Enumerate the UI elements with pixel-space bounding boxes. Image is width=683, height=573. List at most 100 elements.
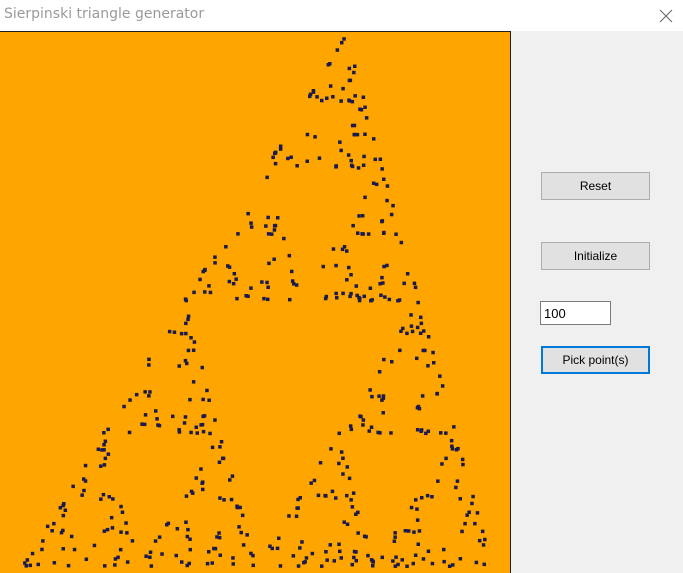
point-dot bbox=[460, 529, 464, 534]
point-dot bbox=[311, 89, 316, 93]
point-dot bbox=[183, 297, 188, 301]
point-dot bbox=[387, 297, 392, 302]
point-dot bbox=[389, 212, 394, 217]
point-dot bbox=[148, 550, 153, 554]
point-dot bbox=[282, 236, 286, 241]
point-dot bbox=[345, 249, 349, 253]
initialize-button[interactable]: Initialize bbox=[541, 242, 650, 270]
point-dot bbox=[435, 392, 439, 396]
point-dot bbox=[391, 559, 395, 563]
point-dot bbox=[372, 137, 376, 141]
point-dot bbox=[45, 524, 50, 529]
point-dot bbox=[346, 153, 351, 157]
point-count-input[interactable] bbox=[540, 301, 611, 325]
point-dot bbox=[52, 521, 56, 526]
point-dot bbox=[350, 99, 355, 104]
close-button[interactable] bbox=[648, 0, 683, 31]
point-dot bbox=[420, 394, 425, 398]
point-dot bbox=[450, 447, 455, 451]
point-dot bbox=[379, 293, 383, 297]
point-dot bbox=[265, 175, 269, 180]
point-dot bbox=[309, 481, 313, 485]
point-dot bbox=[349, 291, 353, 296]
point-dot bbox=[475, 511, 480, 515]
point-dot bbox=[188, 547, 192, 552]
point-dot bbox=[92, 543, 97, 548]
point-dot bbox=[334, 496, 338, 500]
point-dot bbox=[207, 398, 211, 402]
point-dot bbox=[342, 37, 346, 41]
point-dot bbox=[337, 542, 341, 546]
point-dot bbox=[278, 144, 283, 148]
point-dot bbox=[294, 283, 299, 287]
drawing-canvas[interactable] bbox=[0, 31, 511, 573]
point-dot bbox=[231, 556, 235, 560]
point-dot bbox=[364, 116, 369, 120]
point-dot bbox=[349, 158, 353, 163]
point-dot bbox=[192, 340, 197, 344]
point-dot bbox=[305, 132, 310, 137]
point-dot bbox=[351, 223, 355, 228]
point-dot bbox=[377, 370, 382, 374]
point-dot bbox=[328, 543, 332, 547]
point-dot bbox=[305, 159, 309, 163]
point-dot bbox=[186, 348, 191, 353]
point-dot bbox=[382, 230, 386, 235]
point-dot bbox=[363, 105, 367, 109]
point-dot bbox=[426, 549, 431, 553]
point-dot bbox=[213, 261, 217, 265]
point-dot bbox=[340, 40, 344, 45]
point-dot bbox=[153, 539, 158, 543]
point-dot bbox=[345, 465, 349, 469]
point-dot bbox=[226, 264, 230, 268]
point-dot bbox=[354, 559, 358, 563]
point-dot bbox=[160, 552, 164, 556]
point-dot bbox=[381, 411, 385, 415]
point-dot bbox=[361, 418, 366, 422]
point-dot bbox=[324, 294, 329, 299]
point-dot bbox=[366, 232, 371, 236]
point-dot bbox=[316, 493, 321, 498]
title-bar: Sierpinski triangle generator bbox=[0, 0, 683, 31]
point-dot bbox=[106, 427, 110, 432]
point-dot bbox=[219, 440, 224, 444]
point-dot bbox=[290, 269, 294, 274]
point-dot bbox=[295, 164, 299, 168]
point-dot bbox=[425, 493, 430, 498]
point-dot bbox=[417, 406, 422, 411]
point-dot bbox=[246, 211, 250, 216]
point-dot bbox=[235, 296, 239, 301]
point-dot bbox=[373, 157, 377, 162]
point-dot bbox=[99, 497, 103, 501]
point-dot bbox=[416, 300, 420, 305]
point-dot bbox=[420, 496, 424, 500]
point-dot bbox=[298, 546, 302, 550]
point-dot bbox=[413, 553, 418, 557]
point-dot bbox=[449, 438, 454, 443]
point-dot bbox=[179, 331, 184, 336]
point-dot bbox=[127, 430, 132, 435]
point-dot bbox=[347, 98, 351, 102]
point-dot bbox=[447, 564, 452, 568]
point-dot bbox=[276, 216, 280, 220]
point-dot bbox=[201, 429, 206, 434]
point-dot bbox=[213, 546, 218, 551]
point-dot bbox=[393, 535, 397, 539]
point-dot bbox=[240, 513, 245, 518]
point-dot bbox=[194, 425, 198, 429]
reset-button[interactable]: Reset bbox=[541, 172, 650, 200]
point-dot bbox=[391, 203, 395, 208]
point-dot bbox=[423, 348, 427, 353]
point-dot bbox=[61, 503, 65, 508]
pick-points-button[interactable]: Pick point(s) bbox=[541, 346, 650, 374]
point-dot bbox=[69, 534, 74, 539]
point-dot bbox=[381, 281, 385, 285]
point-dot bbox=[300, 540, 304, 544]
point-dot bbox=[325, 96, 329, 100]
point-dot bbox=[147, 363, 151, 367]
point-dot bbox=[218, 445, 222, 449]
point-dot bbox=[352, 132, 357, 137]
point-dot bbox=[317, 156, 322, 160]
point-dot bbox=[234, 277, 238, 281]
point-dot bbox=[477, 538, 482, 543]
